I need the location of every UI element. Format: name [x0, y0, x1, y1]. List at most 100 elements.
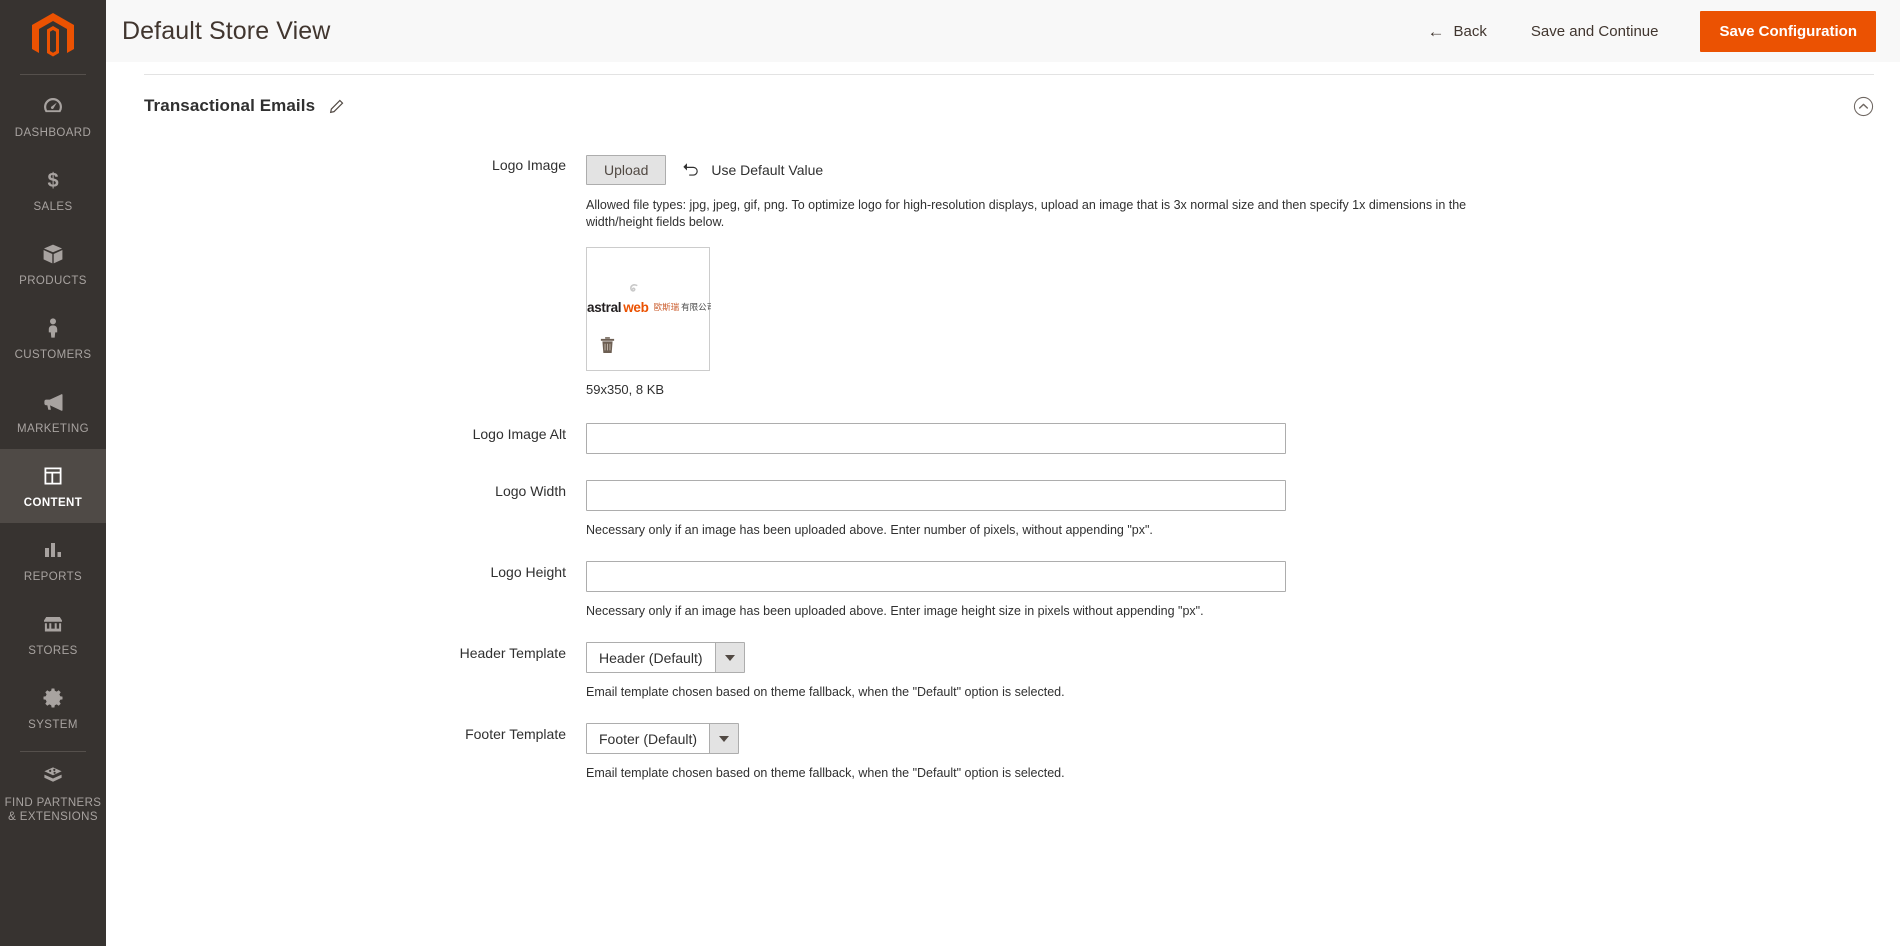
- upload-button[interactable]: Upload: [586, 155, 667, 185]
- header-actions: ← Back Save and Continue Save Configurat…: [1406, 10, 1876, 52]
- section-header: Transactional Emails: [144, 84, 1874, 128]
- sidebar-item-system[interactable]: SYSTEM: [0, 671, 106, 745]
- section-title: Transactional Emails: [144, 96, 316, 115]
- field-logo-width: Logo Width Necessary only if an image ha…: [106, 480, 1900, 539]
- sidebar-item-content[interactable]: CONTENT: [0, 449, 106, 523]
- header-template-select[interactable]: Header (Default): [586, 642, 745, 673]
- trash-icon[interactable]: [599, 336, 616, 355]
- use-default-value-label: Use Default Value: [711, 162, 824, 178]
- footer-template-help-text: Email template chosen based on theme fal…: [586, 766, 1065, 780]
- logo-text-cn-accent: 歐斯瑞: [653, 302, 680, 312]
- sidebar-item-marketing[interactable]: MARKETING: [0, 375, 106, 449]
- field-control: Necessary only if an image has been uplo…: [586, 561, 1900, 620]
- back-button[interactable]: ← Back: [1406, 13, 1509, 50]
- field-header-template: Header Template Header (Default) Email t…: [106, 642, 1900, 701]
- page-header: Default Store View ← Back Save and Conti…: [106, 0, 1900, 62]
- sidebar-item-label: MARKETING: [17, 422, 89, 435]
- person-icon: [40, 315, 66, 341]
- field-logo-height: Logo Height Necessary only if an image h…: [106, 561, 1900, 620]
- box-icon: [40, 241, 66, 267]
- storefront-icon: [40, 611, 66, 637]
- undo-arrow-icon: [682, 161, 700, 179]
- extension-icon: [40, 763, 66, 789]
- dollar-icon: $: [40, 167, 66, 193]
- section-divider: [144, 74, 1874, 75]
- logo-text-accent: web: [623, 299, 649, 315]
- header-template-selected-value: Header (Default): [599, 649, 703, 666]
- admin-sidebar: DASHBOARD $ SALES PRODUCTS CUSTOMERS MAR…: [0, 0, 106, 946]
- footer-template-selected-value: Footer (Default): [599, 730, 698, 747]
- megaphone-icon: [40, 389, 66, 415]
- field-footer-template: Footer Template Footer (Default) Email t…: [106, 723, 1900, 782]
- field-control: Necessary only if an image has been uplo…: [586, 480, 1900, 539]
- sidebar-item-label: CUSTOMERS: [14, 348, 92, 361]
- sidebar-item-label: CONTENT: [23, 496, 83, 509]
- field-label: Logo Height: [490, 564, 566, 580]
- logo-preview: astral web 歐斯瑞 有限公司: [586, 247, 711, 371]
- field-label: Logo Image Alt: [472, 426, 566, 442]
- sidebar-item-label: REPORTS: [23, 570, 83, 583]
- admin-page: DASHBOARD $ SALES PRODUCTS CUSTOMERS MAR…: [0, 0, 1900, 946]
- save-and-continue-button[interactable]: Save and Continue: [1509, 13, 1681, 50]
- layout-icon: [40, 463, 66, 489]
- back-button-label: Back: [1453, 22, 1487, 40]
- bar-chart-icon: [40, 537, 66, 563]
- logo-text-cn-dark: 有限公司: [681, 302, 711, 312]
- sidebar-item-label: STORES: [28, 644, 78, 657]
- sidebar-item-label: DASHBOARD: [14, 126, 92, 139]
- footer-template-select[interactable]: Footer (Default): [586, 723, 740, 754]
- sidebar-item-dashboard[interactable]: DASHBOARD: [0, 79, 106, 153]
- use-default-value-button[interactable]: Use Default Value: [682, 161, 823, 179]
- chevron-down-icon: [714, 643, 744, 672]
- logo-height-input[interactable]: [586, 561, 1286, 592]
- sidebar-item-stores[interactable]: STORES: [0, 597, 106, 671]
- logo-file-meta: 59x350, 8 KB: [586, 382, 665, 397]
- field-control: Header (Default) Email template chosen b…: [586, 642, 1900, 701]
- logo-preview-image: astral web 歐斯瑞 有限公司: [587, 296, 711, 318]
- logo-width-help-text: Necessary only if an image has been uplo…: [586, 523, 1153, 537]
- sidebar-item-reports[interactable]: REPORTS: [0, 523, 106, 597]
- left-arrow-icon: ←: [1427, 21, 1445, 41]
- content-area: Transactional Emails Logo Image Upload U…: [106, 62, 1900, 946]
- logo-image-help-text: Allowed file types: jpg, jpeg, gif, png.…: [586, 198, 1467, 229]
- chevron-up-circle-icon[interactable]: [1853, 96, 1874, 117]
- chevron-down-icon: [709, 724, 739, 753]
- sidebar-item-find-partners-extensions[interactable]: FIND PARTNERS & EXTENSIONS: [0, 756, 106, 830]
- field-control: [586, 423, 1900, 454]
- sidebar-item-label: FIND PARTNERS & EXTENSIONS: [4, 796, 102, 823]
- logo-width-input[interactable]: [586, 480, 1286, 511]
- logo-height-help-text: Necessary only if an image has been uplo…: [586, 604, 1204, 618]
- sidebar-item-customers[interactable]: CUSTOMERS: [0, 301, 106, 375]
- page-title: Default Store View: [122, 16, 331, 45]
- sidebar-item-products[interactable]: PRODUCTS: [0, 227, 106, 301]
- sidebar-item-label: SYSTEM: [28, 718, 78, 731]
- field-control: Footer (Default) Email template chosen b…: [586, 723, 1900, 782]
- svg-text:$: $: [47, 170, 58, 192]
- gear-icon: [40, 685, 66, 711]
- transactional-emails-fieldset: Logo Image Upload Use Default Value Allo…: [106, 154, 1900, 782]
- sidebar-divider-bottom: [20, 751, 86, 752]
- field-label: Footer Template: [465, 726, 566, 742]
- sidebar-divider-top: [20, 74, 86, 75]
- logo-text-dark: astral: [587, 299, 622, 315]
- save-configuration-button[interactable]: Save Configuration: [1700, 10, 1876, 52]
- field-label: Logo Width: [495, 483, 566, 499]
- sidebar-item-sales[interactable]: $ SALES: [0, 153, 106, 227]
- field-label: Header Template: [459, 645, 566, 661]
- header-template-help-text: Email template chosen based on theme fal…: [586, 685, 1065, 699]
- field-logo-image: Logo Image Upload Use Default Value Allo…: [106, 154, 1900, 397]
- sidebar-item-label: PRODUCTS: [19, 274, 87, 287]
- field-logo-image-alt: Logo Image Alt: [106, 423, 1900, 454]
- pencil-icon[interactable]: [329, 99, 344, 114]
- logo-image-alt-input[interactable]: [586, 423, 1286, 454]
- upload-row: Upload Use Default Value: [586, 154, 1860, 186]
- dashboard-icon: [40, 93, 66, 119]
- magento-logo-icon[interactable]: [0, 0, 106, 74]
- sidebar-item-label: SALES: [33, 200, 73, 213]
- field-label: Logo Image: [492, 157, 566, 173]
